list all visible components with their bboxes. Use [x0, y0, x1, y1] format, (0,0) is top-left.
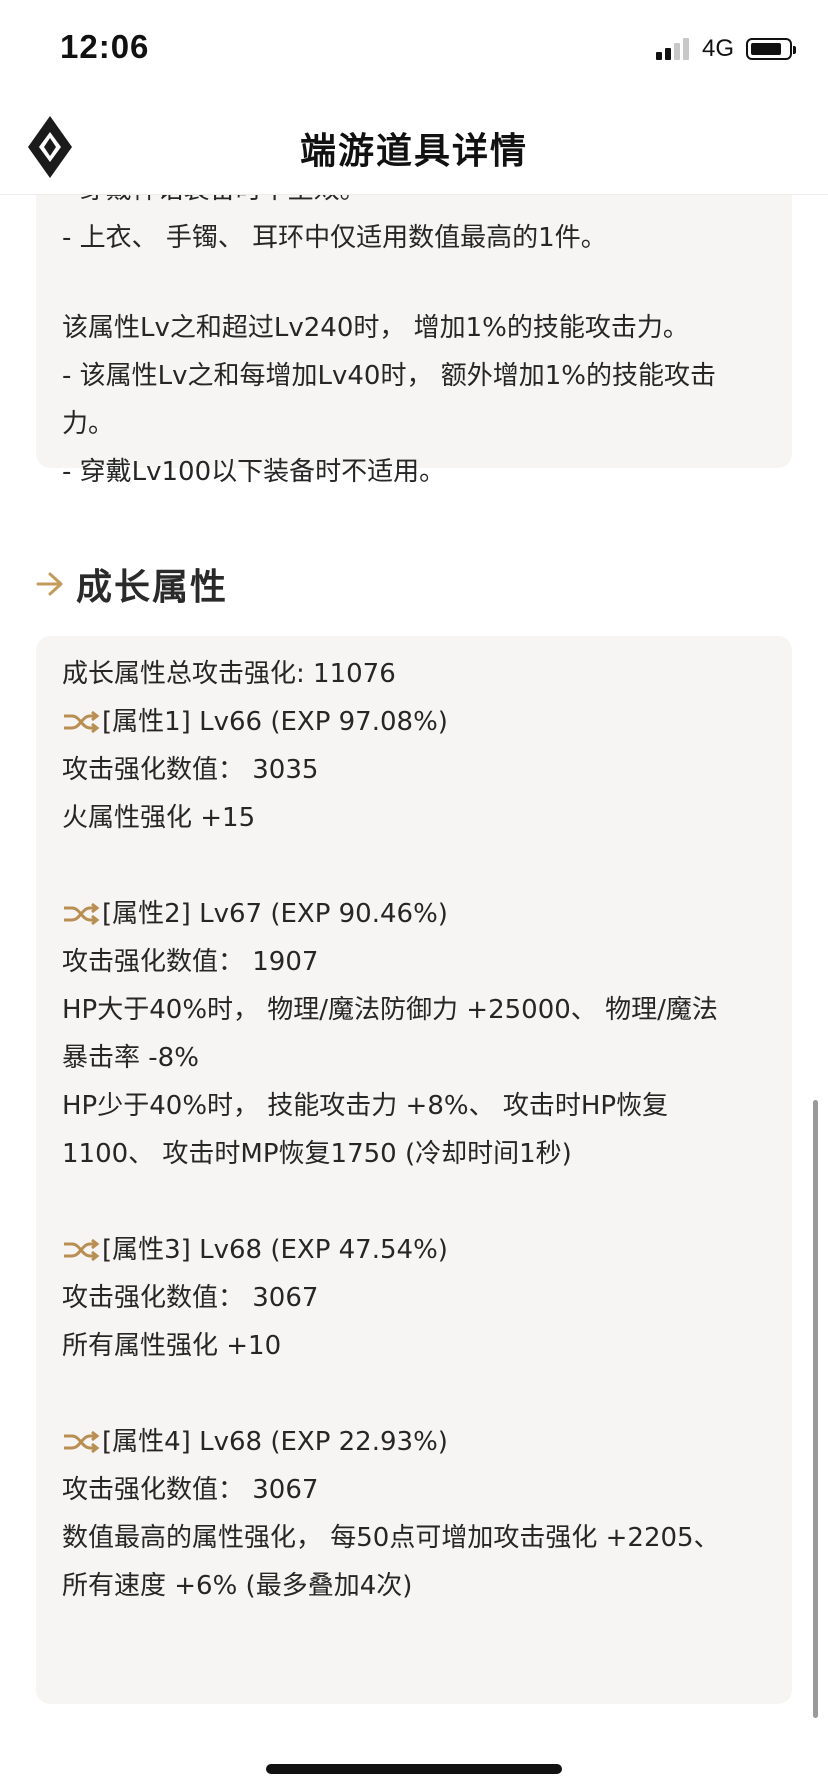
attribute-1-header: [属性1] Lv66 (EXP 97.08%)	[62, 698, 766, 746]
attribute-2-title: [属性2] Lv67 (EXP 90.46%)	[102, 899, 448, 929]
description-line: - 穿戴Lv100以下装备时不适用。	[62, 457, 446, 487]
network-label: 4G	[701, 35, 734, 62]
growth-total: 成长属性总攻击强化: 11076	[62, 659, 396, 689]
status-time: 12:06	[60, 28, 150, 65]
attribute-4-header: [属性4] Lv68 (EXP 22.93%)	[62, 1418, 766, 1466]
attribute-2-line: 攻击强化数值： 1907	[62, 947, 319, 977]
description-line: - 上衣、 手镯、 耳环中仅适用数值最高的1件。	[62, 223, 607, 253]
attribute-3-line: 所有属性强化 +10	[62, 1331, 282, 1361]
shuffle-icon	[64, 1238, 100, 1262]
attribute-3-line: 攻击强化数值： 3067	[62, 1283, 319, 1313]
shuffle-icon	[64, 710, 100, 734]
shuffle-icon	[64, 902, 100, 926]
attribute-1-line: 火属性强化 +15	[62, 803, 256, 833]
description-line: - 穿戴神话装备时不生效。	[62, 194, 766, 214]
attribute-1-title: [属性1] Lv66 (EXP 97.08%)	[102, 707, 448, 737]
description-card: - 穿戴神话装备时不生效。 - 上衣、 手镯、 耳环中仅适用数值最高的1件。 该…	[36, 194, 792, 487]
attribute-4-title: [属性4] Lv68 (EXP 22.93%)	[102, 1427, 448, 1457]
attribute-2-line: HP少于40%时， 技能攻击力 +8%、 攻击时HP恢复	[62, 1091, 669, 1121]
scrollbar[interactable]	[813, 1100, 818, 1718]
description-line: - 该属性Lv之和每增加Lv40时， 额外增加1%的技能攻击	[62, 361, 716, 391]
description-line: 力。	[62, 409, 115, 439]
attribute-2-line: 1100、 攻击时MP恢复1750 (冷却时间1秒)	[62, 1139, 572, 1169]
status-indicators: 4G	[655, 34, 796, 64]
section-title: 成长属性	[76, 567, 229, 608]
home-indicator[interactable]	[266, 1764, 562, 1774]
description-line: 该属性Lv之和超过Lv240时， 增加1%的技能攻击力。	[62, 313, 689, 343]
battery-icon	[746, 38, 796, 60]
content-scroll-area[interactable]: - 穿戴神话装备时不生效。 - 上衣、 手镯、 耳环中仅适用数值最高的1件。 该…	[0, 194, 828, 1792]
growth-section-heading: 成长属性	[36, 558, 228, 610]
arrow-right-icon	[36, 572, 63, 596]
page-title: 端游道具详情	[299, 131, 528, 172]
attribute-3-header: [属性3] Lv68 (EXP 47.54%)	[62, 1226, 766, 1274]
signal-icon	[655, 38, 692, 60]
growth-attributes-card: 成长属性总攻击强化: 11076 [属性1] Lv66 (EXP 97.08%)…	[36, 636, 792, 1704]
attribute-4-line: 所有速度 +6% (最多叠加4次)	[62, 1571, 413, 1601]
status-bar: 12:06 4G	[0, 0, 828, 100]
attribute-1-line: 攻击强化数值： 3035	[62, 755, 319, 785]
attribute-2-line: HP大于40%时， 物理/魔法防御力 +25000、 物理/魔法	[62, 995, 718, 1025]
attribute-4-line: 攻击强化数值： 3067	[62, 1475, 319, 1505]
shuffle-icon	[64, 1430, 100, 1454]
nav-bar: 端游道具详情	[0, 100, 828, 195]
attribute-4-line: 数值最高的属性强化， 每50点可增加攻击强化 +2205、	[62, 1523, 720, 1553]
attribute-2-line: 暴击率 -8%	[62, 1043, 199, 1073]
attribute-3-title: [属性3] Lv68 (EXP 47.54%)	[102, 1235, 448, 1265]
attribute-2-header: [属性2] Lv67 (EXP 90.46%)	[62, 890, 766, 938]
